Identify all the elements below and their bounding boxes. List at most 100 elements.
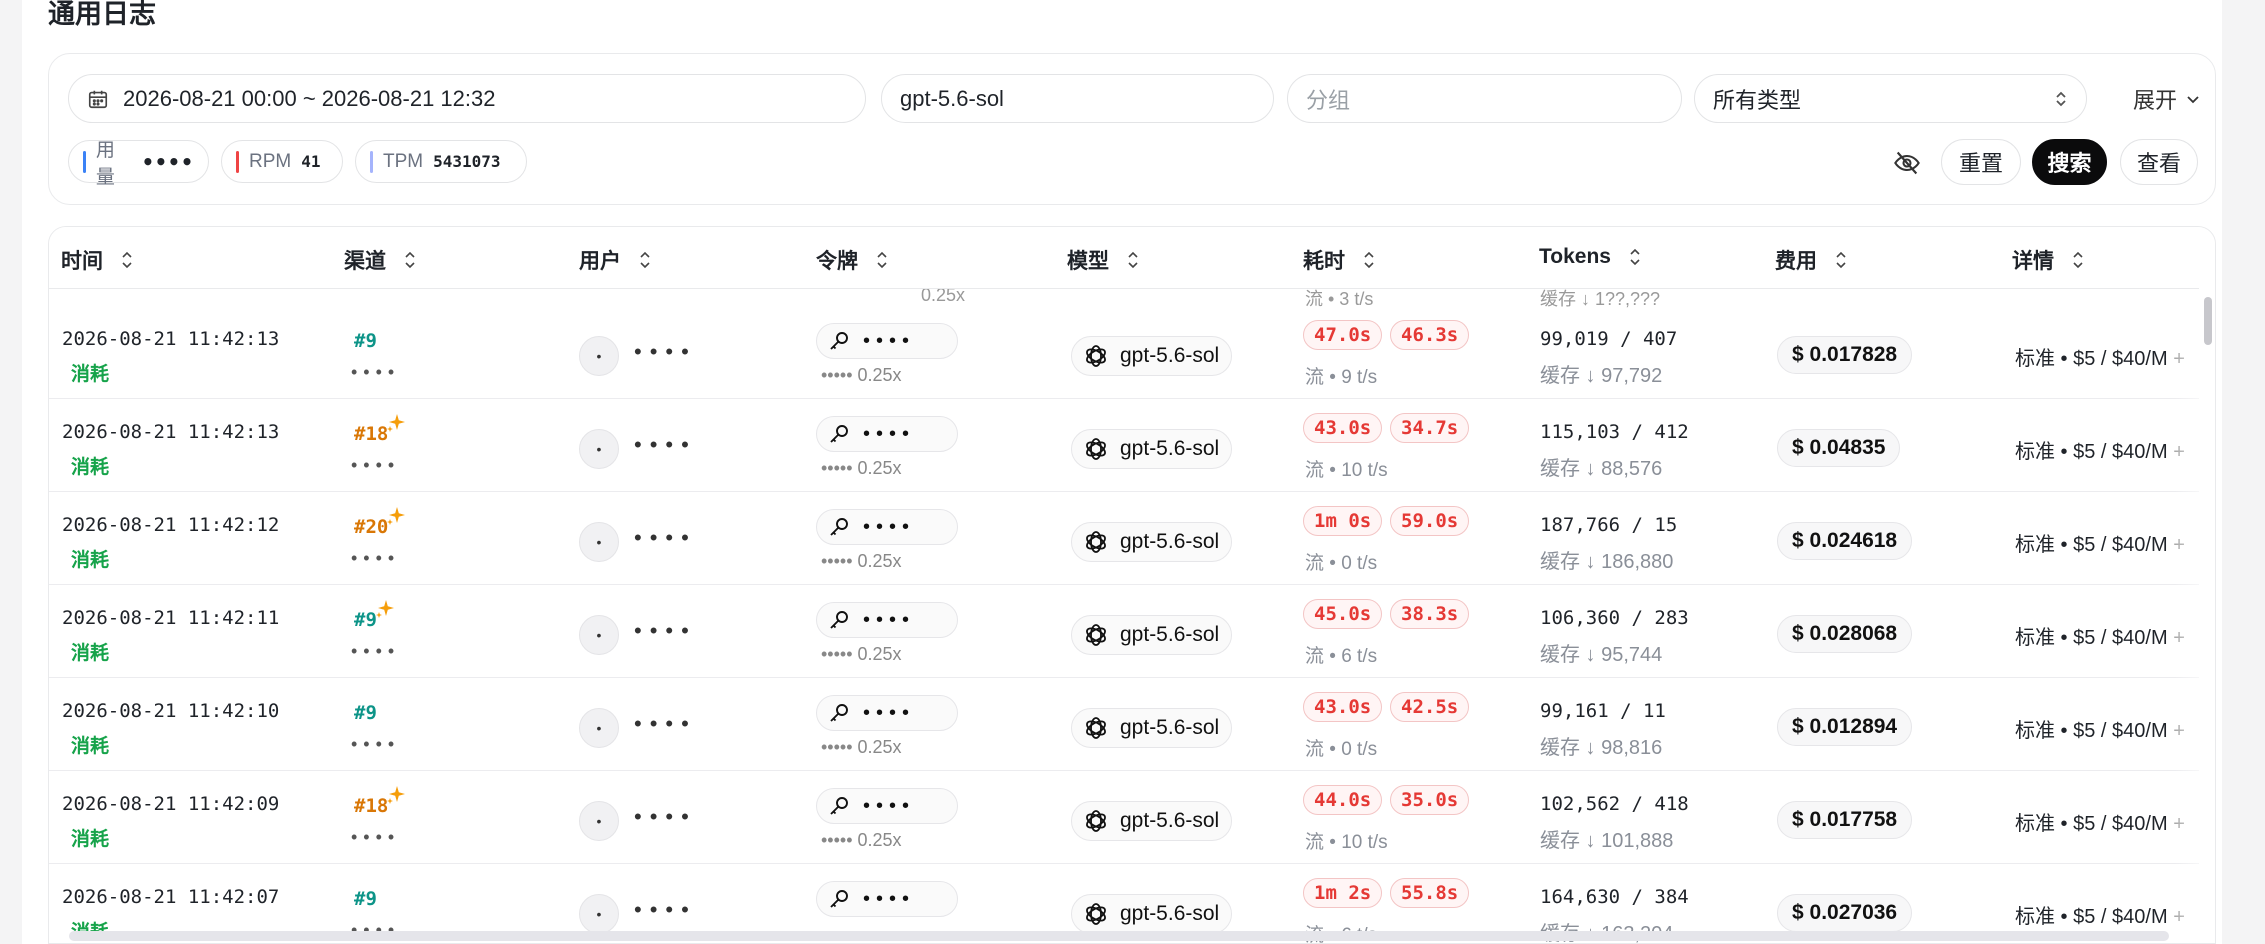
avatar[interactable]: • xyxy=(579,894,619,934)
sort-icon xyxy=(122,251,132,269)
row-model[interactable]: gpt-5.6-sol xyxy=(1071,615,1233,655)
col-token[interactable]: 令牌 xyxy=(816,245,888,275)
col-model[interactable]: 模型 xyxy=(1067,245,1139,275)
group-filter-input[interactable]: 分组 xyxy=(1287,74,1682,123)
col-tokens-label: Tokens xyxy=(1539,245,1611,268)
row-tokens: 102,562 / 418 xyxy=(1540,793,1689,815)
row-tokens: 164,630 / 384 xyxy=(1540,886,1689,908)
avatar[interactable]: • xyxy=(579,801,619,841)
row-token[interactable]: •••• xyxy=(816,323,958,359)
col-time[interactable]: 时间 xyxy=(61,245,133,275)
view-button[interactable]: 查看 xyxy=(2120,139,2198,185)
row-cost: $ 0.017828 xyxy=(1777,336,1913,374)
row-token-mask: •••• xyxy=(863,515,916,538)
row-model-name: gpt-5.6-sol xyxy=(1120,623,1220,646)
row-tokens: 115,103 / 412 xyxy=(1540,421,1689,443)
vertical-scrollbar-thumb[interactable] xyxy=(2204,297,2212,345)
row-channel[interactable]: #9 xyxy=(354,888,377,910)
key-icon xyxy=(830,518,848,536)
row-first-token-time: 44.0s xyxy=(1303,785,1383,815)
row-token[interactable]: •••• xyxy=(816,695,958,731)
row-user: •••• xyxy=(634,339,697,364)
reset-button[interactable]: 重置 xyxy=(1941,139,2021,185)
row-cache: 缓存 ↓ 88,576 xyxy=(1540,458,1663,480)
row-channel[interactable]: #20 xyxy=(354,507,406,538)
row-stream-rate: 流 • 9 t/s xyxy=(1305,367,1378,388)
type-select[interactable]: 所有类型 xyxy=(1694,74,2087,123)
key-icon xyxy=(830,704,848,722)
row-first-token-time: 45.0s xyxy=(1303,599,1383,629)
col-channel[interactable]: 渠道 xyxy=(344,245,416,275)
row-channel-name: •••• xyxy=(351,827,401,847)
remnant-token-multiplier: 0.25x xyxy=(921,289,966,305)
col-time-label: 时间 xyxy=(61,250,103,273)
table-row[interactable]: 2026-08-21 11:42:13 消耗 #18 •••• • •••• •… xyxy=(49,399,2199,492)
row-channel-id: #9 xyxy=(354,888,377,910)
row-detail: 标准 • $5 / $40/M + xyxy=(2015,900,2185,929)
row-token[interactable]: •••• xyxy=(816,416,958,452)
row-channel-id: #18 xyxy=(354,795,389,817)
row-cost: $ 0.024618 xyxy=(1777,522,1913,560)
row-total-time: 35.0s xyxy=(1390,785,1470,815)
row-total-time: 46.3s xyxy=(1390,320,1470,350)
type-select-value: 所有类型 xyxy=(1713,87,1802,113)
avatar[interactable]: • xyxy=(579,429,619,469)
row-channel-id: #20 xyxy=(354,516,389,538)
row-model[interactable]: gpt-5.6-sol xyxy=(1071,522,1233,562)
expand-toggle[interactable]: 展开 xyxy=(2133,74,2201,123)
row-time: 2026-08-21 11:42:09 xyxy=(62,793,280,815)
sparkle-icon xyxy=(375,600,394,618)
col-detail[interactable]: 详情 xyxy=(2012,245,2084,275)
row-token[interactable]: •••• xyxy=(816,788,958,824)
row-detail-text: 标准 • $5 / $40/M xyxy=(2015,627,2168,649)
row-token[interactable]: •••• xyxy=(816,602,958,638)
model-filter-input[interactable]: gpt-5.6-sol xyxy=(881,74,1274,123)
row-token[interactable]: •••• xyxy=(816,881,958,917)
eye-off-icon[interactable] xyxy=(1893,149,1921,177)
vertical-scrollbar[interactable] xyxy=(2201,267,2215,923)
date-range-picker[interactable]: 2026-08-21 00:00 ~ 2026-08-21 12:32 xyxy=(68,74,866,123)
col-duration[interactable]: 耗时 xyxy=(1303,245,1375,275)
row-cost: $ 0.012894 xyxy=(1777,708,1913,746)
row-user: •••• xyxy=(634,897,697,922)
col-user[interactable]: 用户 xyxy=(579,245,651,275)
row-channel[interactable]: #9 xyxy=(354,702,377,724)
row-time: 2026-08-21 11:42:13 xyxy=(62,328,280,350)
row-first-token-time: 47.0s xyxy=(1303,320,1383,350)
table-row[interactable]: 2026-08-21 11:42:09 消耗 #18 •••• • •••• •… xyxy=(49,771,2199,864)
row-channel[interactable]: #18 xyxy=(354,414,406,445)
row-token[interactable]: •••• xyxy=(816,509,958,545)
table-row[interactable]: 2026-08-21 11:42:12 消耗 #20 •••• • •••• •… xyxy=(49,492,2199,585)
row-model[interactable]: gpt-5.6-sol xyxy=(1071,429,1233,469)
avatar[interactable]: • xyxy=(579,336,619,376)
row-model-name: gpt-5.6-sol xyxy=(1120,809,1220,832)
search-button[interactable]: 搜索 xyxy=(2032,139,2107,185)
col-cost[interactable]: 费用 xyxy=(1775,245,1847,275)
row-cost: $ 0.04835 xyxy=(1777,429,1901,467)
tpm-indicator xyxy=(370,150,373,173)
avatar[interactable]: • xyxy=(579,708,619,748)
table-row[interactable]: 2026-08-21 11:42:11 消耗 #9 •••• • •••• ••… xyxy=(49,585,2199,678)
row-model[interactable]: gpt-5.6-sol xyxy=(1071,336,1233,376)
col-cost-label: 费用 xyxy=(1775,250,1817,273)
horizontal-scrollbar[interactable] xyxy=(69,931,2169,941)
avatar[interactable]: • xyxy=(579,522,619,562)
row-detail: 标准 • $5 / $40/M + xyxy=(2015,807,2185,836)
avatar[interactable]: • xyxy=(579,615,619,655)
row-channel[interactable]: #9 xyxy=(354,600,395,631)
row-model[interactable]: gpt-5.6-sol xyxy=(1071,894,1233,934)
openai-icon xyxy=(1086,438,1106,460)
sparkle-icon xyxy=(387,414,406,432)
col-tokens[interactable]: Tokens xyxy=(1539,245,1641,269)
row-model-name: gpt-5.6-sol xyxy=(1120,437,1220,460)
table-row[interactable]: 2026-08-21 11:42:13 消耗 #9 •••• • •••• ••… xyxy=(49,306,2199,399)
row-first-token-time: 43.0s xyxy=(1303,413,1383,443)
table-row[interactable]: 2026-08-21 11:42:10 消耗 #9 •••• • •••• ••… xyxy=(49,678,2199,771)
row-model[interactable]: gpt-5.6-sol xyxy=(1071,801,1233,841)
row-channel[interactable]: #18 xyxy=(354,786,406,817)
row-token-mask: •••• xyxy=(863,794,916,817)
row-model[interactable]: gpt-5.6-sol xyxy=(1071,708,1233,748)
row-channel[interactable]: #9 xyxy=(354,330,377,352)
row-token-multiplier: ••••• 0.25x xyxy=(821,830,902,850)
row-model-name: gpt-5.6-sol xyxy=(1120,716,1220,739)
